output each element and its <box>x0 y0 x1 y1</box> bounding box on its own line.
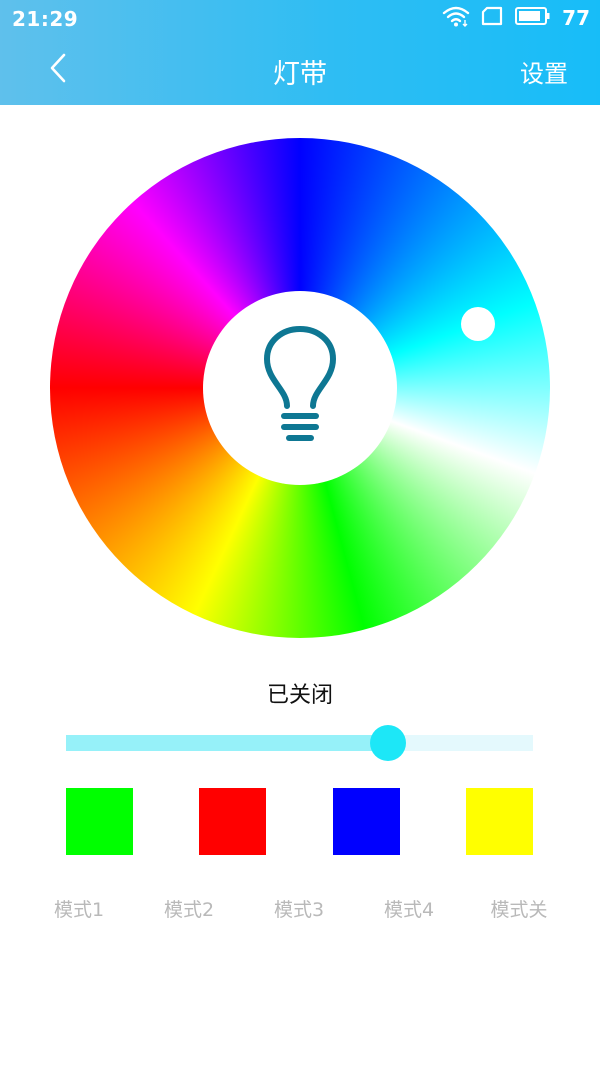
mode-button-3[interactable]: 模式3 <box>244 895 354 922</box>
app-header: 21:29 77 灯带 设置 <box>0 0 600 105</box>
mode-button-5[interactable]: 模式关 <box>464 895 574 922</box>
battery-icon <box>514 6 550 30</box>
status-time: 21:29 <box>12 7 79 31</box>
color-swatch[interactable] <box>333 788 400 855</box>
page-title: 灯带 <box>273 59 327 90</box>
sim-icon <box>480 6 504 30</box>
brightness-slider[interactable] <box>66 735 533 751</box>
mode-button-2[interactable]: 模式2 <box>134 895 244 922</box>
nav-bar: 灯带 设置 <box>0 36 600 105</box>
color-selector-handle[interactable] <box>461 307 495 341</box>
settings-button[interactable]: 设置 <box>520 54 568 89</box>
status-bar: 21:29 77 <box>0 0 600 36</box>
status-icons: 77 <box>442 6 590 30</box>
brightness-slider-fill <box>66 735 388 751</box>
mode-button-4[interactable]: 模式4 <box>354 895 464 922</box>
brightness-slider-thumb[interactable] <box>370 725 406 761</box>
color-swatch[interactable] <box>466 788 533 855</box>
power-state-label: 已关闭 <box>266 683 333 708</box>
power-toggle-button[interactable] <box>203 291 397 485</box>
mode-button-1[interactable]: 模式1 <box>24 895 134 922</box>
lightbulb-icon <box>255 326 345 450</box>
wifi-icon <box>442 5 470 31</box>
color-swatch[interactable] <box>199 788 266 855</box>
color-swatch[interactable] <box>66 788 133 855</box>
battery-level: 77 <box>562 6 590 30</box>
